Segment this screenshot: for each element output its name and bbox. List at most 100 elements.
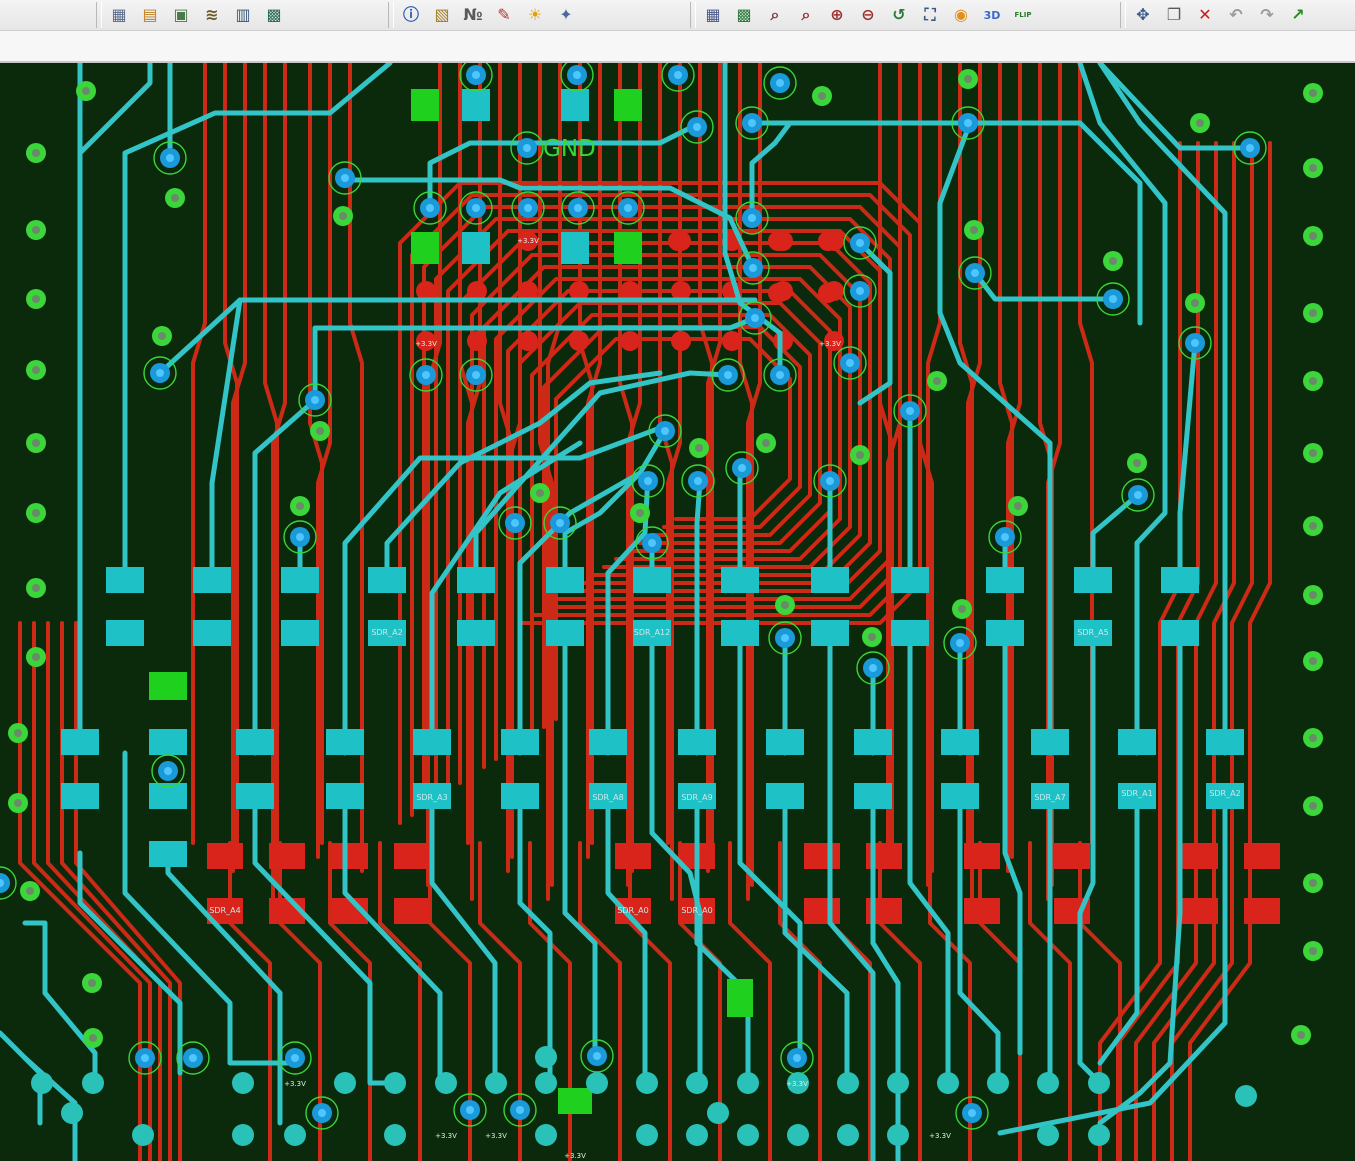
smd-pad-top — [804, 843, 840, 869]
power-label: +3.3V — [517, 237, 539, 245]
zoom-icon[interactable]: ⌕ — [795, 4, 817, 26]
toolbar: ▦ ▤ ▣ ≋ ▥ ▩ ⓘ ▧ № ✎ ☀ ✦ ▦ ▩ ⌕ ⌕ ⊕ ⊖ ↺ ⛶ ◉ 3D FLIP ✥ ❐ ✕ ↶ ↷ ↗ — [0, 0, 1355, 31]
test-point — [737, 1072, 759, 1094]
copy-icon[interactable]: ❐ — [1163, 4, 1185, 26]
test-point — [31, 1072, 53, 1094]
via-hole — [846, 359, 854, 367]
board-icon[interactable]: ▩ — [263, 4, 285, 26]
brush-icon[interactable]: ✎ — [493, 4, 515, 26]
test-point — [384, 1072, 406, 1094]
smd-pad — [106, 620, 144, 646]
test-point — [232, 1124, 254, 1146]
part-label: SDR_A2 — [1209, 789, 1240, 798]
part-label: SDR_A1 — [1121, 789, 1152, 798]
test-point-hole — [1309, 449, 1317, 457]
test-point — [586, 1072, 608, 1094]
top-round-pad — [467, 331, 487, 351]
route-icon[interactable]: ↗ — [1287, 4, 1309, 26]
bottom-trace — [1177, 340, 1198, 586]
test-point-hole — [1297, 1031, 1305, 1039]
smd-pad-top — [394, 843, 430, 869]
stack-icon[interactable]: ≋ — [201, 4, 223, 26]
test-point-hole — [82, 87, 90, 95]
top-trace — [378, 841, 422, 1161]
smd-pad-top — [1054, 843, 1090, 869]
test-point — [61, 1102, 83, 1124]
smd-pad — [61, 729, 99, 755]
via-hole — [291, 1054, 299, 1062]
via-hole — [968, 1109, 976, 1117]
sch-icon[interactable]: ▥ — [232, 4, 254, 26]
smd-pad-top — [1244, 843, 1280, 869]
refresh-icon[interactable]: ◉ — [950, 4, 972, 26]
power-label: +3.3V — [284, 1080, 306, 1088]
test-point — [1088, 1072, 1110, 1094]
power-label: +3.3V — [564, 1152, 586, 1160]
grid-icon[interactable]: ▦ — [108, 4, 130, 26]
via-hole — [341, 174, 349, 182]
cap-pad — [411, 89, 439, 121]
zoom-area-icon[interactable]: ⌕ — [764, 4, 786, 26]
test-point — [837, 1124, 859, 1146]
properties-icon[interactable]: ▧ — [431, 4, 453, 26]
test-point — [686, 1072, 708, 1094]
test-point — [686, 1124, 708, 1146]
zoom-in-icon[interactable]: ⊕ — [826, 4, 848, 26]
component-icon[interactable]: ▣ — [170, 4, 192, 26]
smd-pad — [326, 729, 364, 755]
test-point-hole — [695, 444, 703, 452]
smd-pad — [854, 729, 892, 755]
smd-pad — [193, 567, 231, 593]
smd-pad — [891, 620, 929, 646]
move-icon[interactable]: ✥ — [1132, 4, 1154, 26]
test-point-hole — [14, 799, 22, 807]
test-point-hole — [933, 377, 941, 385]
view-board-icon[interactable]: ▩ — [733, 4, 755, 26]
flip-icon[interactable]: FLIP — [1012, 4, 1034, 26]
zoom-out-icon[interactable]: ⊖ — [857, 4, 879, 26]
status-bar — [0, 31, 1355, 63]
test-point — [737, 1124, 759, 1146]
toolbar-separator — [690, 2, 696, 28]
smd-pad — [1074, 567, 1112, 593]
pcb-board[interactable]: SDR_A2 SDR_A12 SDR_A5 SDR_A3 SDR_A8 SDR_A9 SDR… — [0, 63, 1355, 1161]
test-point-hole — [1309, 947, 1317, 955]
info-icon[interactable]: ⓘ — [400, 4, 422, 26]
smd-pad-top — [394, 898, 430, 924]
test-point — [636, 1124, 658, 1146]
via-hole — [906, 407, 914, 415]
view-3d-icon[interactable]: 3D — [981, 4, 1003, 26]
via-hole — [956, 639, 964, 647]
green-pad — [558, 1088, 592, 1114]
cap-pad — [561, 232, 589, 264]
smd-pad-top — [332, 843, 368, 869]
smd-pad — [721, 620, 759, 646]
top-round-pad — [818, 231, 838, 251]
test-point-hole — [762, 439, 770, 447]
probe-icon[interactable]: ✦ — [555, 4, 577, 26]
test-point-hole — [32, 149, 40, 157]
via-hole — [511, 519, 519, 527]
pcb-canvas[interactable]: SDR_A2 SDR_A12 SDR_A5 SDR_A3 SDR_A8 SDR_A9 SDR… — [0, 63, 1355, 1161]
test-point-hole — [1014, 502, 1022, 510]
test-point-hole — [636, 509, 644, 517]
test-point — [1088, 1124, 1110, 1146]
part-label: SDR_A8 — [592, 793, 623, 802]
test-point-hole — [1309, 879, 1317, 887]
via-hole — [1134, 491, 1142, 499]
highlight-icon[interactable]: ☀ — [524, 4, 546, 26]
zoom-previous-icon[interactable]: ↺ — [888, 4, 910, 26]
via-hole — [776, 371, 784, 379]
test-point-hole — [964, 75, 972, 83]
test-point — [1037, 1072, 1059, 1094]
zoom-fit-icon[interactable]: ⛶ — [919, 4, 941, 26]
layers-icon[interactable]: ▤ — [139, 4, 161, 26]
undo-icon[interactable]: ↶ — [1225, 4, 1247, 26]
view-grid-icon[interactable]: ▦ — [702, 4, 724, 26]
redo-icon[interactable]: ↷ — [1256, 4, 1278, 26]
delete-icon[interactable]: ✕ — [1194, 4, 1216, 26]
test-point-hole — [1309, 802, 1317, 810]
numbering-icon[interactable]: № — [462, 4, 484, 26]
via-hole — [793, 1054, 801, 1062]
smd-pad — [236, 729, 274, 755]
